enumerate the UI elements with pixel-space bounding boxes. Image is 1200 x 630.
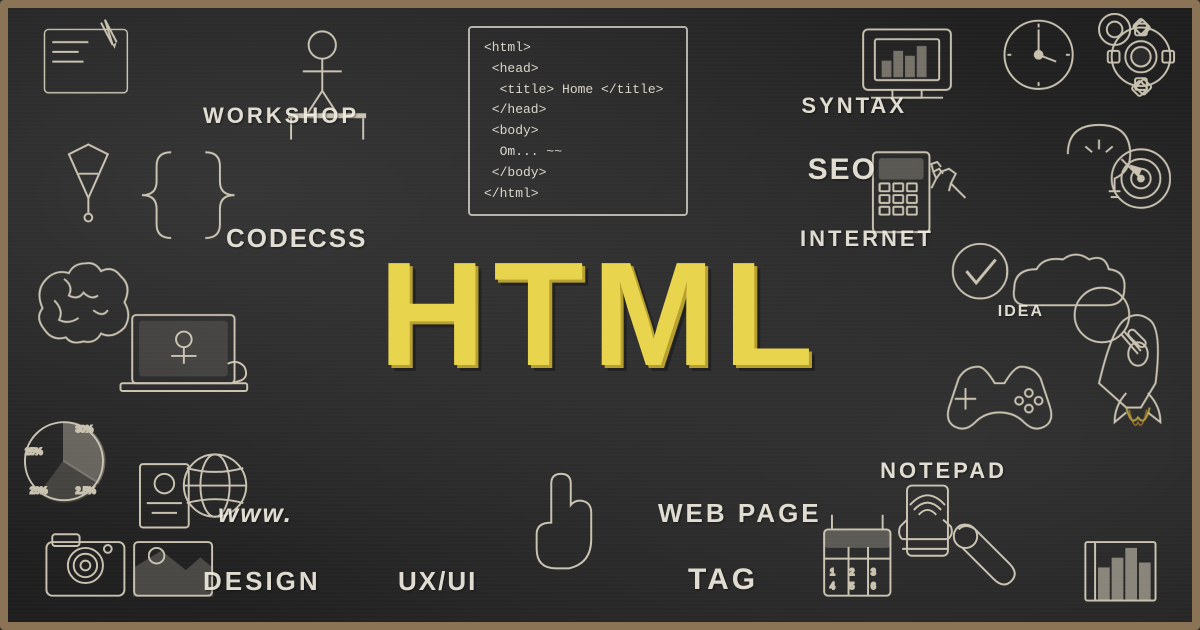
svg-text:30%: 30% [76, 424, 94, 434]
css-label: CSS [308, 223, 367, 254]
syntax-label: SYNTAX [801, 93, 907, 119]
svg-text:6: 6 [871, 581, 876, 591]
idea-label: IDEA [998, 303, 1044, 321]
internet-label: INTERNET [800, 226, 934, 252]
svg-text:2.5%: 2.5% [76, 485, 96, 495]
webpage-label: WEB PAGE [658, 498, 822, 529]
seo-label: SEO [808, 153, 877, 187]
svg-text:5: 5 [849, 581, 854, 591]
svg-text:20%: 20% [30, 485, 48, 495]
svg-text:2: 2 [849, 567, 854, 577]
chalkboard: HTML <html> <head> <title> Home </title>… [0, 0, 1200, 630]
design-label: DESIGN [203, 566, 321, 597]
notepad-label: NOTEPAD [880, 458, 1007, 484]
tag-label: TAG [688, 563, 758, 597]
www-label: www. [218, 498, 293, 529]
svg-text:1: 1 [830, 567, 835, 577]
svg-text:4: 4 [830, 581, 835, 591]
code-label: CODE [226, 223, 309, 254]
uxui-label: UX/UI [398, 566, 477, 597]
svg-text:25%: 25% [25, 446, 43, 456]
svg-text:3: 3 [871, 567, 876, 577]
workshop-label: WORKSHOP [203, 103, 359, 129]
